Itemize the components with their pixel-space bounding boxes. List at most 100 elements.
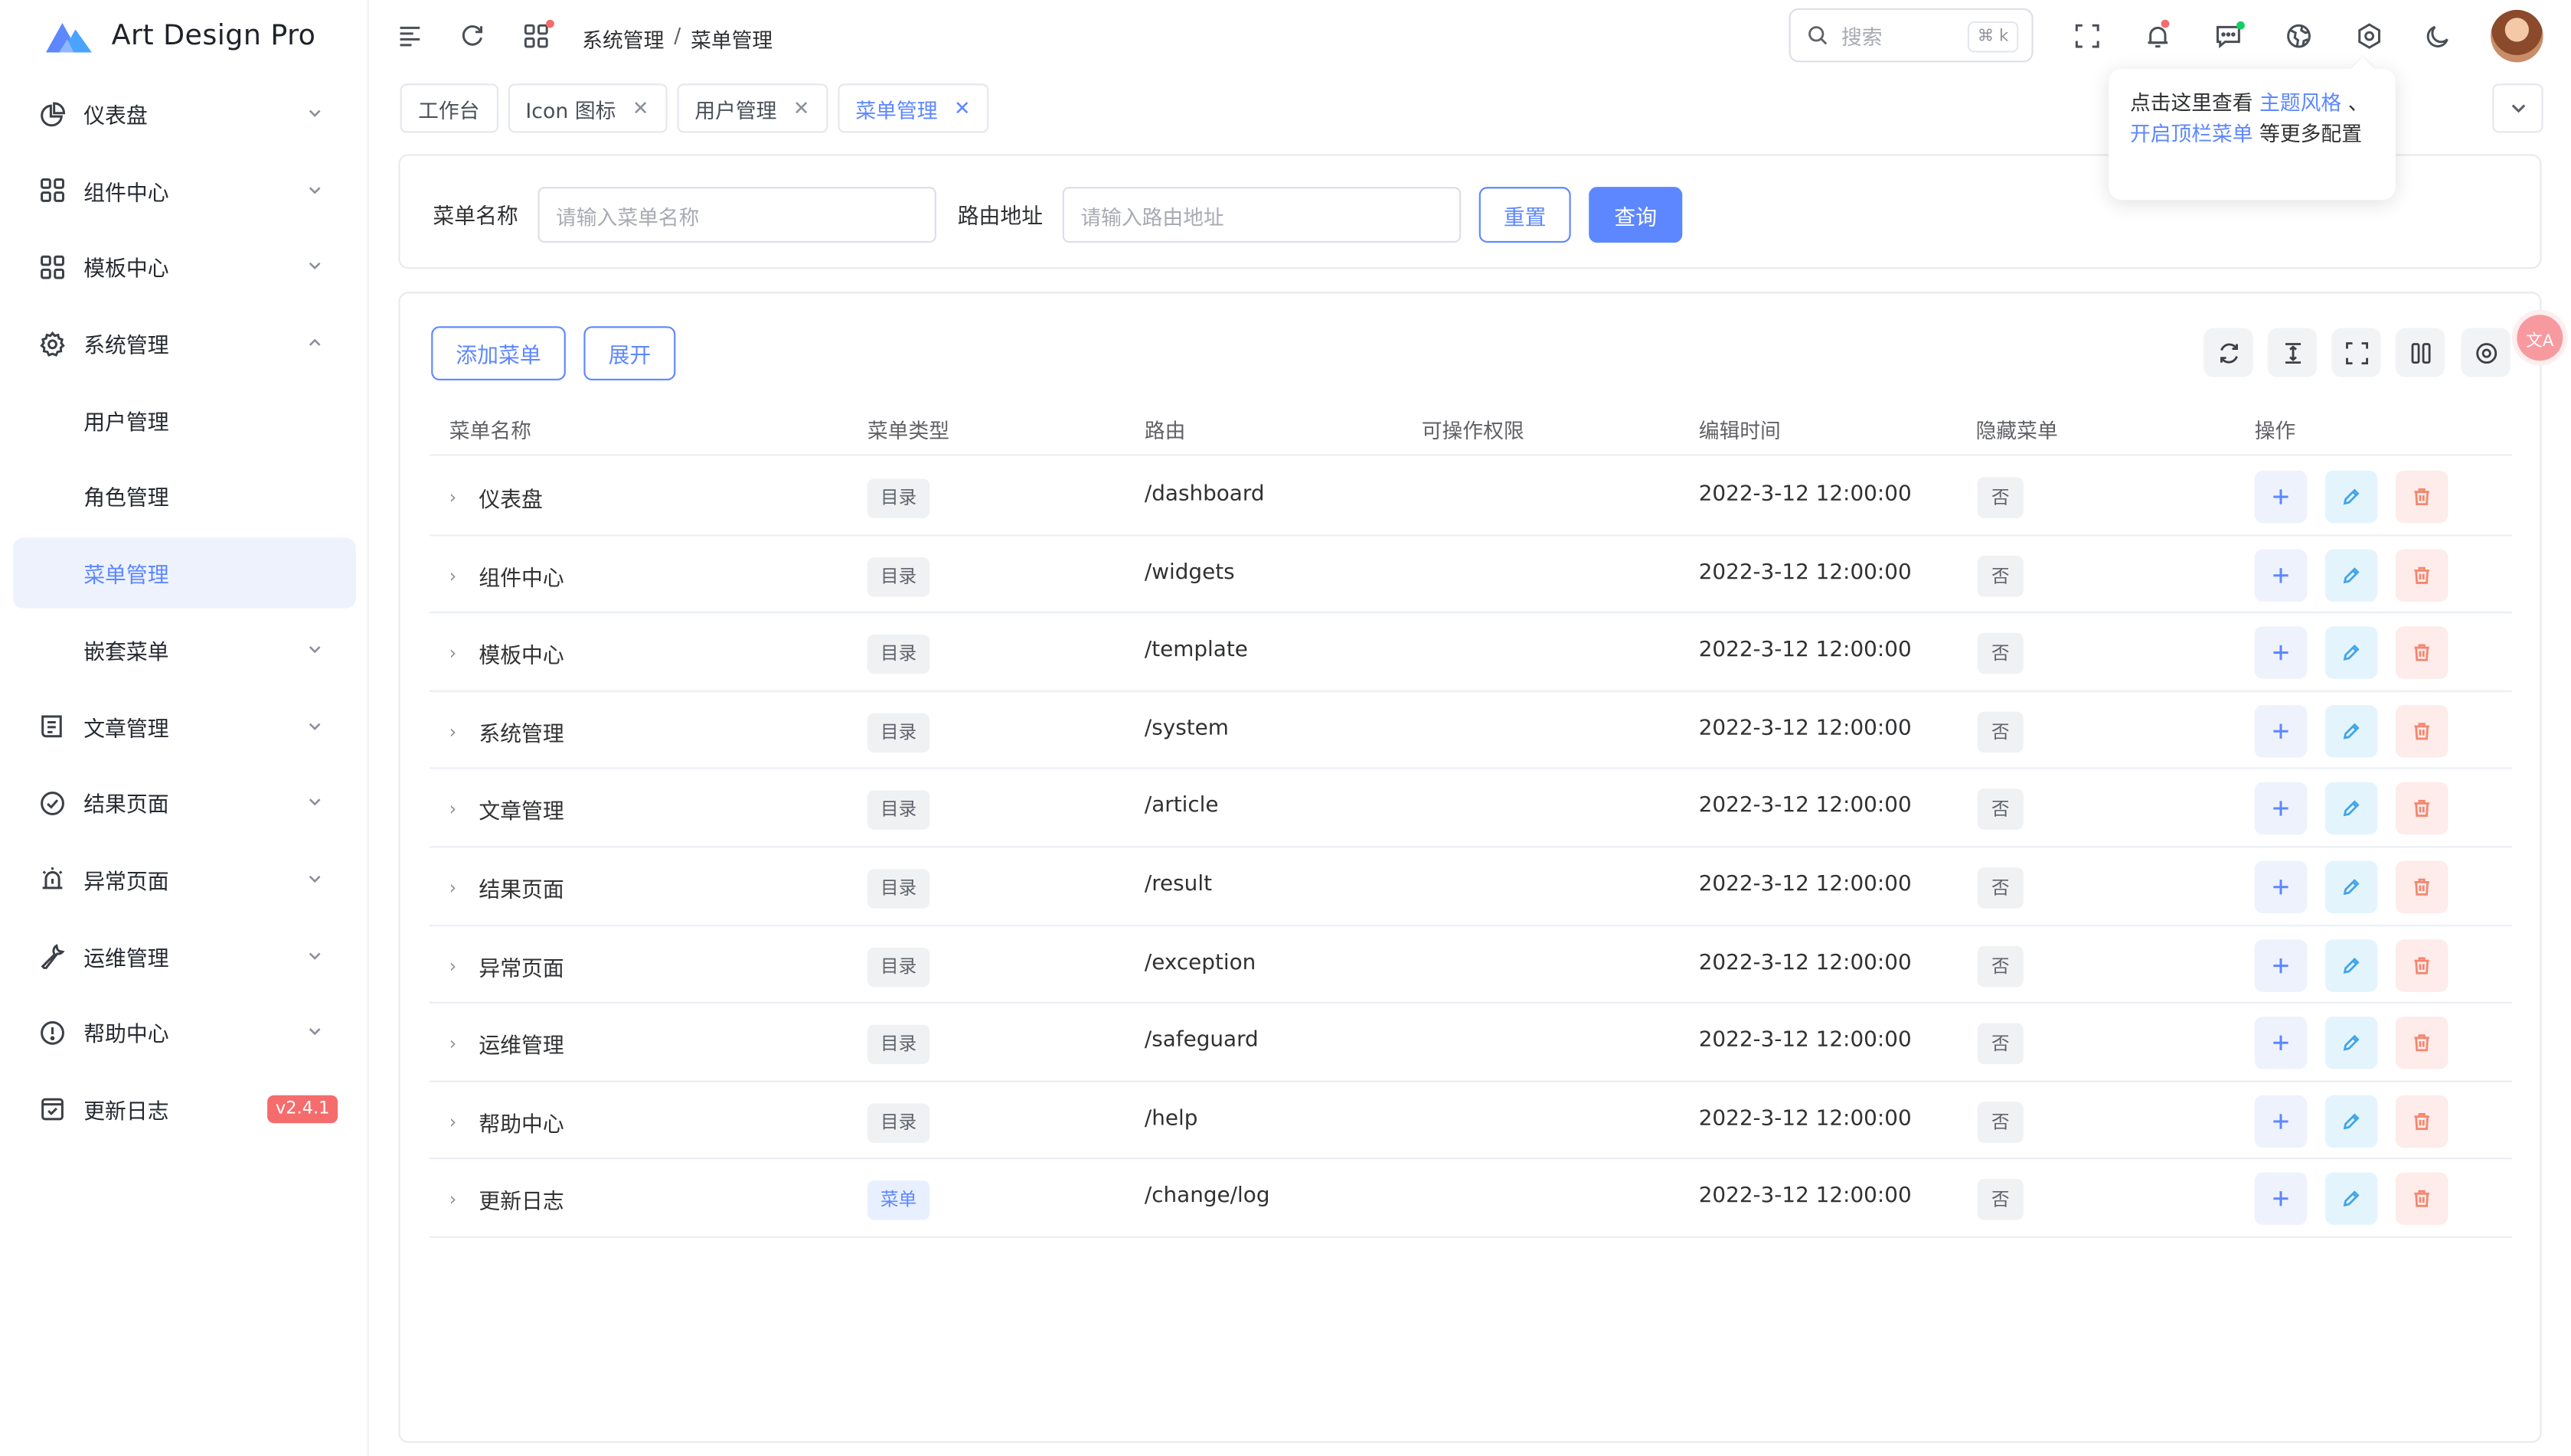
route-cell: /widgets — [1144, 560, 1235, 585]
expand-arrow-icon[interactable]: › — [449, 643, 466, 664]
table-fullscreen-button[interactable] — [2331, 328, 2381, 377]
apps-icon[interactable] — [521, 19, 554, 51]
expand-arrow-icon[interactable]: › — [449, 1112, 466, 1133]
expand-arrow-icon[interactable]: › — [449, 487, 466, 508]
delete-button[interactable] — [2395, 782, 2448, 836]
sidebar-item-article[interactable]: 文章管理 — [13, 691, 356, 762]
globe-icon[interactable] — [2284, 21, 2314, 51]
edit-button[interactable] — [2324, 470, 2378, 524]
edit-button[interactable] — [2324, 1173, 2378, 1226]
edit-button[interactable] — [2324, 626, 2378, 680]
add-child-button[interactable] — [2254, 548, 2308, 602]
sidebar-item-exception[interactable]: 异常页面 — [13, 844, 356, 915]
close-icon[interactable]: ✕ — [954, 96, 971, 119]
expand-arrow-icon[interactable]: › — [449, 1190, 466, 1211]
delete-button[interactable] — [2395, 860, 2448, 914]
table-refresh-button[interactable] — [2203, 328, 2253, 377]
chat-icon[interactable] — [2213, 21, 2245, 51]
table-row[interactable]: › 更新日志 菜单/change/log 2022-3-12 12:00:00 否 — [430, 1160, 2512, 1239]
reset-button[interactable]: 重置 — [1478, 187, 1571, 243]
settings-icon[interactable] — [2354, 21, 2384, 51]
sidebar-item-help[interactable]: 帮助中心 — [13, 997, 356, 1068]
sidebar-item-menus[interactable]: 菜单管理 — [13, 537, 356, 609]
close-icon[interactable]: ✕ — [632, 96, 649, 119]
table-columns-button[interactable] — [2395, 328, 2445, 377]
add-child-button[interactable] — [2254, 939, 2308, 991]
add-child-button[interactable] — [2254, 704, 2308, 758]
bell-icon[interactable] — [2143, 19, 2173, 51]
table-row[interactable]: › 结果页面 目录/result 2022-3-12 12:00:00 否 — [430, 847, 2512, 926]
sidebar-item-nested[interactable]: 嵌套菜单 — [13, 615, 356, 685]
tip-link-theme[interactable]: 主题风格 — [2259, 90, 2341, 115]
expand-arrow-icon[interactable]: › — [449, 877, 466, 899]
delete-button[interactable] — [2395, 704, 2448, 758]
tabs-dropdown-button[interactable] — [2492, 83, 2543, 133]
expand-arrow-icon[interactable]: › — [449, 955, 466, 977]
sidebar-item-template[interactable]: 模板中心 — [13, 232, 356, 302]
sidebar-item-dashboard[interactable]: 仪表盘 — [13, 79, 356, 149]
menu-fold-icon[interactable] — [395, 21, 425, 51]
edit-button[interactable] — [2324, 1017, 2378, 1069]
delete-button[interactable] — [2395, 626, 2448, 680]
delete-button[interactable] — [2395, 1173, 2448, 1226]
sidebar-item-result[interactable]: 结果页面 — [13, 768, 356, 838]
delete-button[interactable] — [2395, 1095, 2448, 1147]
table-row[interactable]: › 模板中心 目录/template 2022-3-12 12:00:00 否 — [430, 613, 2512, 692]
translate-float-button[interactable]: 文A — [2517, 315, 2563, 361]
table-row[interactable]: › 仪表盘 目录/dashboard 2022-3-12 12:00:00 否 — [430, 458, 2512, 536]
tab-icon[interactable]: Icon 图标 ✕ — [507, 83, 667, 133]
expand-arrow-icon[interactable]: › — [449, 565, 466, 586]
add-child-button[interactable] — [2254, 782, 2308, 836]
global-search[interactable]: 搜索 ⌘ k — [1789, 8, 2034, 63]
edit-button[interactable] — [2324, 704, 2378, 758]
sidebar-item-safeguard[interactable]: 运维管理 — [13, 921, 356, 991]
add-child-button[interactable] — [2254, 1173, 2308, 1226]
edit-button[interactable] — [2324, 1095, 2378, 1147]
moon-icon[interactable] — [2423, 21, 2453, 51]
expand-arrow-icon[interactable]: › — [449, 721, 466, 743]
fullscreen-icon[interactable] — [2073, 21, 2102, 51]
expand-button[interactable]: 展开 — [583, 326, 676, 380]
refresh-icon[interactable] — [458, 21, 488, 51]
table-row[interactable]: › 组件中心 目录/widgets 2022-3-12 12:00:00 否 — [430, 536, 2512, 614]
table-row[interactable]: › 运维管理 目录/safeguard 2022-3-12 12:00:00 否 — [430, 1004, 2512, 1082]
delete-button[interactable] — [2395, 1017, 2448, 1069]
expand-arrow-icon[interactable]: › — [449, 799, 466, 821]
add-child-button[interactable] — [2254, 1095, 2308, 1147]
tab-workbench[interactable]: 工作台 — [400, 83, 498, 133]
edit-button[interactable] — [2324, 939, 2378, 991]
add-child-button[interactable] — [2254, 860, 2308, 914]
table-row[interactable]: › 系统管理 目录/system 2022-3-12 12:00:00 否 — [430, 691, 2512, 770]
close-icon[interactable]: ✕ — [793, 96, 810, 119]
edit-button[interactable] — [2324, 860, 2378, 914]
table-row[interactable]: › 帮助中心 目录/help 2022-3-12 12:00:00 否 — [430, 1082, 2512, 1161]
sidebar-item-widgets[interactable]: 组件中心 — [13, 155, 356, 226]
delete-button[interactable] — [2395, 939, 2448, 991]
expand-arrow-icon[interactable]: › — [449, 1033, 466, 1055]
delete-button[interactable] — [2395, 470, 2448, 524]
table-density-button[interactable] — [2267, 328, 2318, 377]
tab-users[interactable]: 用户管理 ✕ — [676, 83, 828, 133]
user-avatar[interactable] — [2491, 9, 2543, 63]
add-child-button[interactable] — [2254, 470, 2308, 524]
sidebar-item-users[interactable]: 用户管理 — [13, 385, 356, 455]
app-logo[interactable]: Art Design Pro — [43, 16, 316, 55]
table-row[interactable]: › 文章管理 目录/article 2022-3-12 12:00:00 否 — [430, 769, 2512, 848]
route-input[interactable]: 请输入路由地址 — [1062, 187, 1462, 243]
tip-link-topbar[interactable]: 开启顶栏菜单 — [2130, 120, 2253, 145]
breadcrumb-item-system[interactable]: 系统管理 — [582, 23, 664, 54]
tab-menus[interactable]: 菜单管理 ✕ — [837, 83, 989, 133]
sidebar-item-system[interactable]: 系统管理 — [13, 309, 356, 379]
sidebar-item-roles[interactable]: 角色管理 — [13, 462, 356, 532]
add-child-button[interactable] — [2254, 1017, 2308, 1069]
sidebar-item-changelog[interactable]: 更新日志 v2.4.1 — [13, 1074, 356, 1144]
delete-button[interactable] — [2395, 548, 2448, 602]
table-settings-button[interactable] — [2461, 328, 2511, 377]
menu-name-input[interactable]: 请输入菜单名称 — [537, 187, 936, 243]
table-row[interactable]: › 异常页面 目录/exception 2022-3-12 12:00:00 否 — [430, 926, 2512, 1004]
query-button[interactable]: 查询 — [1589, 187, 1683, 243]
add-menu-button[interactable]: 添加菜单 — [431, 326, 566, 380]
edit-button[interactable] — [2324, 548, 2378, 602]
edit-button[interactable] — [2324, 782, 2378, 836]
add-child-button[interactable] — [2254, 626, 2308, 680]
